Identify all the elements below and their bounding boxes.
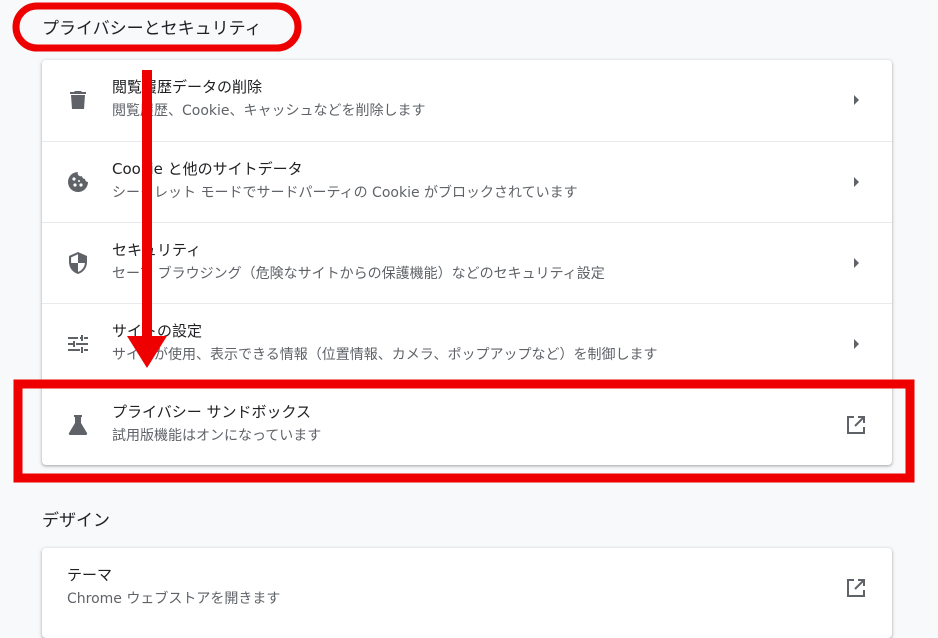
section-title-design: デザイン [42,511,110,531]
arrow-right-icon[interactable] [844,251,868,275]
row-subtitle: Chrome ウェブストアを開きます [67,591,281,607]
cookie-icon [66,170,90,194]
open-in-new-icon[interactable] [844,413,868,437]
open-in-new-icon[interactable] [844,576,868,600]
row-title: テーマ [67,566,113,584]
section-title-privacy: プライバシーとセキュリティ [42,19,262,39]
theme-row[interactable]: テーマ Chrome ウェブストアを開きます [42,548,892,629]
cookies-row[interactable]: Cookie と他のサイトデータ シークレット モードでサードパーティの Coo… [42,141,892,222]
security-row[interactable]: セキュリティ セーフ ブラウジング（危険なサイトからの保護機能）などのセキュリテ… [42,222,892,303]
arrow-right-icon[interactable] [844,170,868,194]
row-subtitle: サイトが使用、表示できる情報（位置情報、カメラ、ポップアップなど）を制御します [112,347,658,363]
clear-browsing-data-row[interactable]: 閲覧履歴データの削除 閲覧履歴、Cookie、キャッシュなどを削除します [42,60,892,141]
row-title: サイトの設定 [112,322,203,340]
row-subtitle: 閲覧履歴、Cookie、キャッシュなどを削除します [112,103,426,119]
row-title: Cookie と他のサイトデータ [112,160,303,178]
tune-icon [66,332,90,356]
design-card: テーマ Chrome ウェブストアを開きます [42,548,892,638]
row-title: セキュリティ [112,241,202,259]
privacy-sandbox-row[interactable]: プライバシー サンドボックス 試用版機能はオンになっています [42,384,892,465]
row-subtitle: シークレット モードでサードパーティの Cookie がブロックされています [112,185,578,201]
row-subtitle: 試用版機能はオンになっています [112,428,322,444]
arrow-right-icon[interactable] [844,88,868,112]
arrow-right-icon[interactable] [844,332,868,356]
row-title: プライバシー サンドボックス [112,403,312,421]
trash-icon [66,88,90,112]
site-settings-row[interactable]: サイトの設定 サイトが使用、表示できる情報（位置情報、カメラ、ポップアップなど）… [42,303,892,384]
row-subtitle: セーフ ブラウジング（危険なサイトからの保護機能）などのセキュリティ設定 [112,266,605,282]
row-title: 閲覧履歴データの削除 [112,78,263,96]
flask-icon [66,413,90,437]
privacy-card: 閲覧履歴データの削除 閲覧履歴、Cookie、キャッシュなどを削除します Coo… [42,60,892,465]
shield-icon [66,251,90,275]
